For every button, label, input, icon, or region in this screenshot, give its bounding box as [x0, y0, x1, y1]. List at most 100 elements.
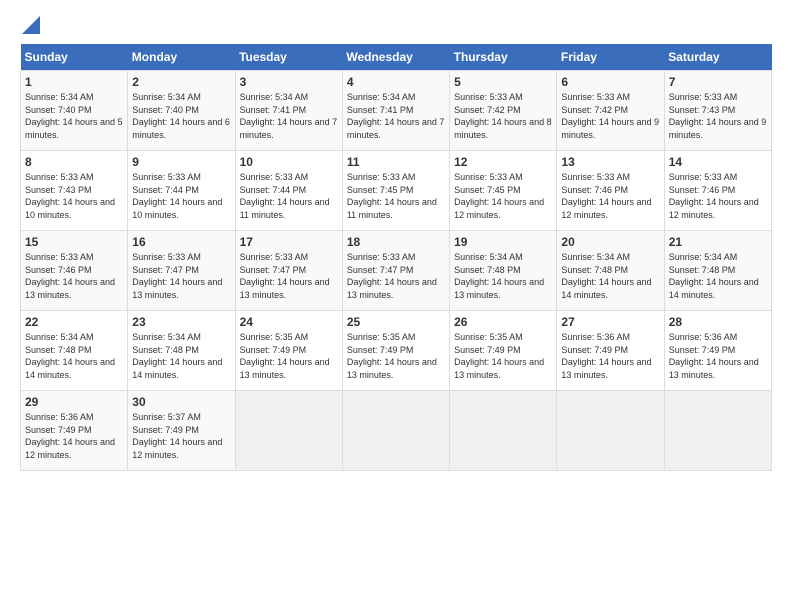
day-info: Sunrise: 5:33 AMSunset: 7:46 PMDaylight:…: [669, 171, 767, 221]
day-cell: [557, 391, 664, 471]
week-row-4: 22 Sunrise: 5:34 AMSunset: 7:48 PMDaylig…: [21, 311, 772, 391]
col-header-friday: Friday: [557, 44, 664, 71]
day-cell: 20 Sunrise: 5:34 AMSunset: 7:48 PMDaylig…: [557, 231, 664, 311]
day-number: 3: [240, 75, 338, 89]
day-number: 12: [454, 155, 552, 169]
day-number: 5: [454, 75, 552, 89]
day-cell: 24 Sunrise: 5:35 AMSunset: 7:49 PMDaylig…: [235, 311, 342, 391]
day-info: Sunrise: 5:34 AMSunset: 7:41 PMDaylight:…: [240, 91, 338, 141]
day-number: 27: [561, 315, 659, 329]
day-info: Sunrise: 5:33 AMSunset: 7:47 PMDaylight:…: [347, 251, 445, 301]
day-cell: 11 Sunrise: 5:33 AMSunset: 7:45 PMDaylig…: [342, 151, 449, 231]
day-cell: 1 Sunrise: 5:34 AMSunset: 7:40 PMDayligh…: [21, 71, 128, 151]
week-row-1: 1 Sunrise: 5:34 AMSunset: 7:40 PMDayligh…: [21, 71, 772, 151]
day-number: 10: [240, 155, 338, 169]
day-number: 20: [561, 235, 659, 249]
day-info: Sunrise: 5:34 AMSunset: 7:48 PMDaylight:…: [669, 251, 767, 301]
day-cell: 10 Sunrise: 5:33 AMSunset: 7:44 PMDaylig…: [235, 151, 342, 231]
day-info: Sunrise: 5:33 AMSunset: 7:45 PMDaylight:…: [454, 171, 552, 221]
logo-icon: [22, 16, 40, 34]
col-header-sunday: Sunday: [21, 44, 128, 71]
day-cell: 27 Sunrise: 5:36 AMSunset: 7:49 PMDaylig…: [557, 311, 664, 391]
day-cell: 12 Sunrise: 5:33 AMSunset: 7:45 PMDaylig…: [450, 151, 557, 231]
day-info: Sunrise: 5:34 AMSunset: 7:48 PMDaylight:…: [561, 251, 659, 301]
day-cell: 13 Sunrise: 5:33 AMSunset: 7:46 PMDaylig…: [557, 151, 664, 231]
day-info: Sunrise: 5:33 AMSunset: 7:47 PMDaylight:…: [240, 251, 338, 301]
day-number: 21: [669, 235, 767, 249]
day-info: Sunrise: 5:33 AMSunset: 7:46 PMDaylight:…: [561, 171, 659, 221]
day-cell: 29 Sunrise: 5:36 AMSunset: 7:49 PMDaylig…: [21, 391, 128, 471]
day-number: 16: [132, 235, 230, 249]
day-number: 18: [347, 235, 445, 249]
day-cell: 6 Sunrise: 5:33 AMSunset: 7:42 PMDayligh…: [557, 71, 664, 151]
day-cell: 23 Sunrise: 5:34 AMSunset: 7:48 PMDaylig…: [128, 311, 235, 391]
day-number: 19: [454, 235, 552, 249]
day-number: 4: [347, 75, 445, 89]
day-number: 24: [240, 315, 338, 329]
day-info: Sunrise: 5:35 AMSunset: 7:49 PMDaylight:…: [240, 331, 338, 381]
day-info: Sunrise: 5:35 AMSunset: 7:49 PMDaylight:…: [454, 331, 552, 381]
day-cell: 17 Sunrise: 5:33 AMSunset: 7:47 PMDaylig…: [235, 231, 342, 311]
day-number: 30: [132, 395, 230, 409]
day-cell: [664, 391, 771, 471]
day-cell: 4 Sunrise: 5:34 AMSunset: 7:41 PMDayligh…: [342, 71, 449, 151]
day-number: 26: [454, 315, 552, 329]
day-cell: 3 Sunrise: 5:34 AMSunset: 7:41 PMDayligh…: [235, 71, 342, 151]
day-number: 25: [347, 315, 445, 329]
day-cell: [235, 391, 342, 471]
day-cell: 25 Sunrise: 5:35 AMSunset: 7:49 PMDaylig…: [342, 311, 449, 391]
day-info: Sunrise: 5:34 AMSunset: 7:40 PMDaylight:…: [132, 91, 230, 141]
day-number: 8: [25, 155, 123, 169]
day-number: 1: [25, 75, 123, 89]
day-cell: 14 Sunrise: 5:33 AMSunset: 7:46 PMDaylig…: [664, 151, 771, 231]
day-cell: 30 Sunrise: 5:37 AMSunset: 7:49 PMDaylig…: [128, 391, 235, 471]
day-number: 23: [132, 315, 230, 329]
day-info: Sunrise: 5:33 AMSunset: 7:47 PMDaylight:…: [132, 251, 230, 301]
day-cell: 2 Sunrise: 5:34 AMSunset: 7:40 PMDayligh…: [128, 71, 235, 151]
day-number: 14: [669, 155, 767, 169]
day-cell: [450, 391, 557, 471]
day-info: Sunrise: 5:33 AMSunset: 7:43 PMDaylight:…: [25, 171, 123, 221]
day-cell: 8 Sunrise: 5:33 AMSunset: 7:43 PMDayligh…: [21, 151, 128, 231]
day-number: 29: [25, 395, 123, 409]
day-number: 15: [25, 235, 123, 249]
day-cell: 28 Sunrise: 5:36 AMSunset: 7:49 PMDaylig…: [664, 311, 771, 391]
day-info: Sunrise: 5:36 AMSunset: 7:49 PMDaylight:…: [25, 411, 123, 461]
col-header-saturday: Saturday: [664, 44, 771, 71]
day-info: Sunrise: 5:33 AMSunset: 7:42 PMDaylight:…: [454, 91, 552, 141]
day-info: Sunrise: 5:37 AMSunset: 7:49 PMDaylight:…: [132, 411, 230, 461]
day-cell: 16 Sunrise: 5:33 AMSunset: 7:47 PMDaylig…: [128, 231, 235, 311]
day-number: 22: [25, 315, 123, 329]
day-info: Sunrise: 5:33 AMSunset: 7:46 PMDaylight:…: [25, 251, 123, 301]
day-cell: 21 Sunrise: 5:34 AMSunset: 7:48 PMDaylig…: [664, 231, 771, 311]
day-info: Sunrise: 5:35 AMSunset: 7:49 PMDaylight:…: [347, 331, 445, 381]
col-header-wednesday: Wednesday: [342, 44, 449, 71]
day-info: Sunrise: 5:34 AMSunset: 7:40 PMDaylight:…: [25, 91, 123, 141]
day-number: 28: [669, 315, 767, 329]
day-info: Sunrise: 5:34 AMSunset: 7:41 PMDaylight:…: [347, 91, 445, 141]
day-info: Sunrise: 5:36 AMSunset: 7:49 PMDaylight:…: [669, 331, 767, 381]
header: [20, 20, 772, 34]
day-cell: 5 Sunrise: 5:33 AMSunset: 7:42 PMDayligh…: [450, 71, 557, 151]
day-info: Sunrise: 5:33 AMSunset: 7:42 PMDaylight:…: [561, 91, 659, 141]
day-number: 7: [669, 75, 767, 89]
header-row: SundayMondayTuesdayWednesdayThursdayFrid…: [21, 44, 772, 71]
day-info: Sunrise: 5:33 AMSunset: 7:45 PMDaylight:…: [347, 171, 445, 221]
day-cell: 18 Sunrise: 5:33 AMSunset: 7:47 PMDaylig…: [342, 231, 449, 311]
col-header-monday: Monday: [128, 44, 235, 71]
day-cell: 22 Sunrise: 5:34 AMSunset: 7:48 PMDaylig…: [21, 311, 128, 391]
day-cell: 9 Sunrise: 5:33 AMSunset: 7:44 PMDayligh…: [128, 151, 235, 231]
day-info: Sunrise: 5:34 AMSunset: 7:48 PMDaylight:…: [132, 331, 230, 381]
day-number: 17: [240, 235, 338, 249]
day-number: 9: [132, 155, 230, 169]
day-cell: [342, 391, 449, 471]
week-row-2: 8 Sunrise: 5:33 AMSunset: 7:43 PMDayligh…: [21, 151, 772, 231]
day-number: 6: [561, 75, 659, 89]
week-row-5: 29 Sunrise: 5:36 AMSunset: 7:49 PMDaylig…: [21, 391, 772, 471]
day-info: Sunrise: 5:33 AMSunset: 7:43 PMDaylight:…: [669, 91, 767, 141]
col-header-tuesday: Tuesday: [235, 44, 342, 71]
day-info: Sunrise: 5:33 AMSunset: 7:44 PMDaylight:…: [132, 171, 230, 221]
day-info: Sunrise: 5:33 AMSunset: 7:44 PMDaylight:…: [240, 171, 338, 221]
day-info: Sunrise: 5:36 AMSunset: 7:49 PMDaylight:…: [561, 331, 659, 381]
day-number: 2: [132, 75, 230, 89]
